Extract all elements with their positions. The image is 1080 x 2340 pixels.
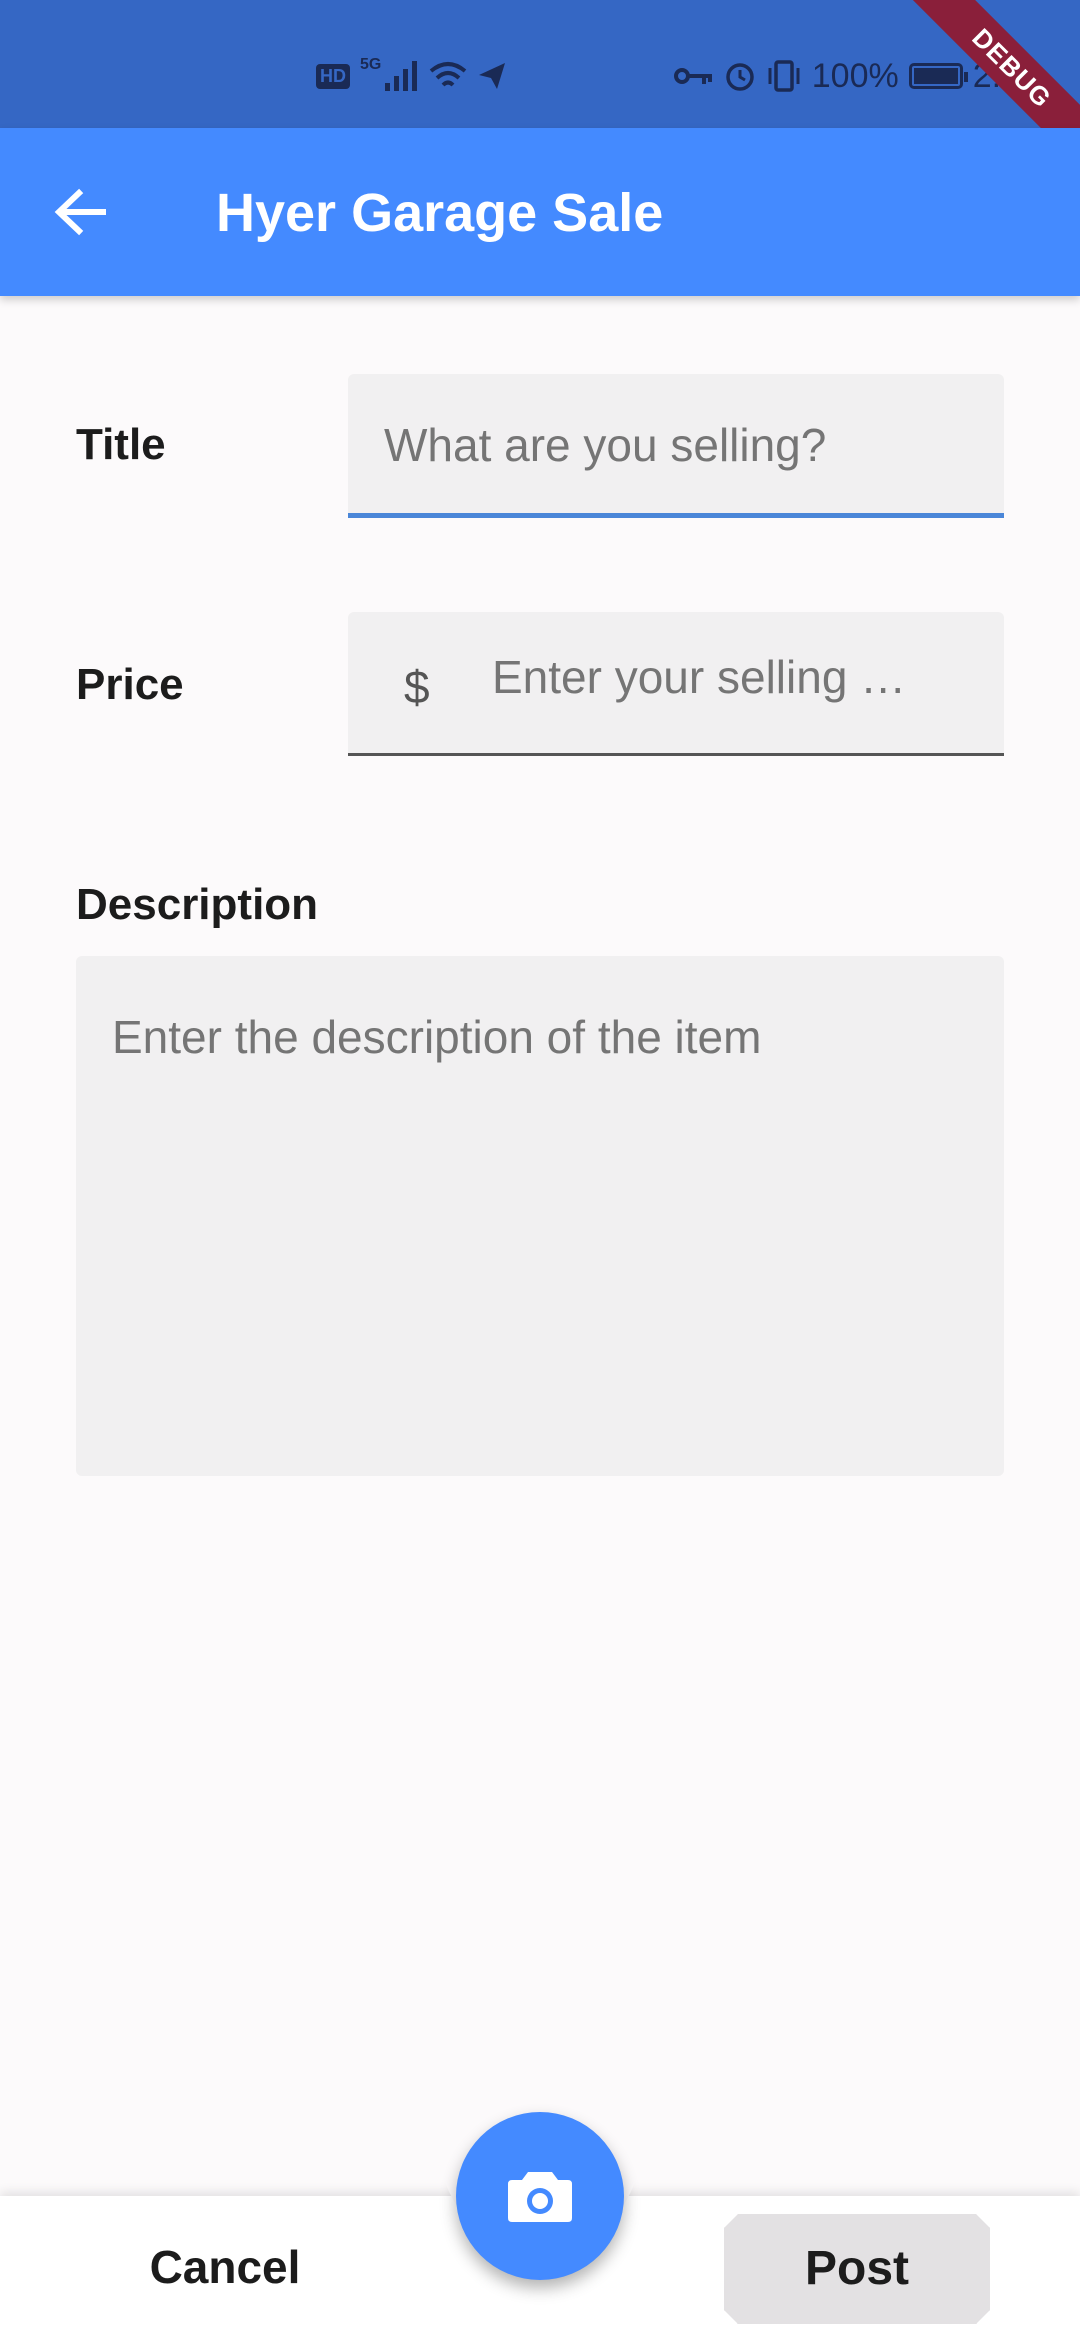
status-left-icons: HD 5G (316, 56, 507, 96)
description-label: Description (76, 880, 319, 929)
key-icon (673, 68, 712, 84)
page-title: Hyer Garage Sale (216, 183, 664, 243)
price-input[interactable]: $ Enter your selling … (348, 612, 1004, 756)
battery-percent: 100% (811, 56, 899, 95)
status-bar: HD 5G 100% 2:2 (0, 0, 1080, 128)
arrow-back-icon (54, 188, 106, 236)
hd-badge: HD (316, 63, 350, 89)
title-input[interactable]: What are you selling? (348, 374, 1004, 518)
price-placeholder: Enter your selling … (492, 651, 907, 703)
price-label: Price (76, 660, 184, 709)
app-bar: Hyer Garage Sale (0, 128, 1080, 296)
back-button[interactable] (40, 172, 120, 252)
dollar-prefix: $ (404, 661, 430, 713)
camera-fab-button[interactable] (456, 2112, 624, 2280)
alarm-icon (726, 63, 754, 91)
status-right-icons: 100% 2:2 (673, 56, 1020, 96)
network-type: 5G (360, 56, 382, 73)
send-icon (479, 63, 506, 89)
title-placeholder: What are you selling? (384, 419, 827, 471)
title-label: Title (76, 420, 166, 469)
description-input[interactable]: Enter the description of the item (76, 956, 1004, 1476)
camera-icon (508, 2172, 572, 2222)
wifi-icon (430, 62, 467, 87)
battery-icon (908, 63, 968, 89)
description-placeholder: Enter the description of the item (112, 1011, 762, 1063)
post-button[interactable]: Post (724, 2214, 990, 2324)
cancel-button[interactable]: Cancel (120, 2230, 330, 2304)
signal-icon (385, 61, 418, 91)
vibrate-icon (768, 60, 800, 92)
